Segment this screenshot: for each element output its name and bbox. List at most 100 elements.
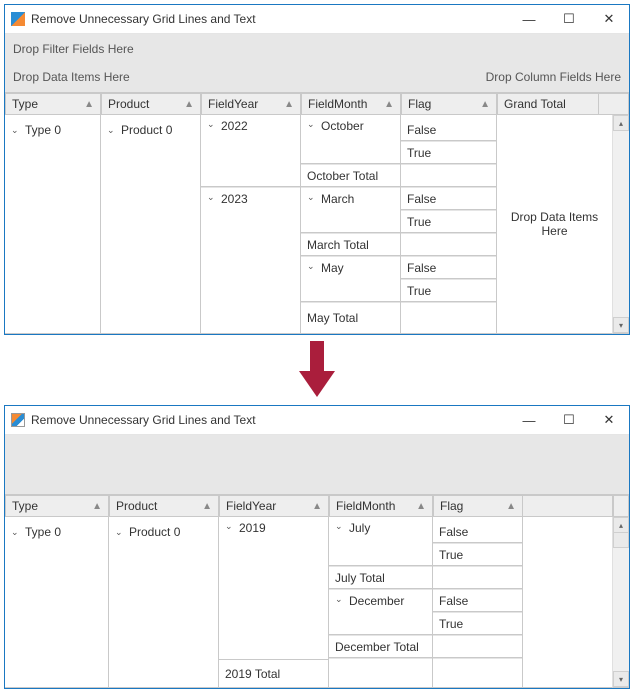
close-button[interactable]: ✕ — [589, 406, 629, 434]
chevron-down-icon: ⌄ — [307, 119, 317, 130]
header-product[interactable]: Product▲ — [101, 93, 201, 115]
transition-arrow — [4, 335, 630, 405]
pivot-grid: ⌄Type 0 ⌄Product 0 ⌄2019 2019 Total ⌄Jul… — [5, 517, 629, 688]
col-year: ⌄2022 ⌄2023 — [201, 115, 301, 334]
row-month-may[interactable]: ⌄May — [301, 256, 400, 302]
fields-drop-area[interactable] — [5, 435, 629, 495]
row-flag-empty — [433, 658, 522, 687]
row-october-total: October Total — [301, 164, 400, 187]
data-drop-label: Drop Data Items Here — [507, 210, 602, 238]
column-headers: Type▲ Product▲ FieldYear▲ FieldMonth▲ Fl… — [5, 495, 629, 517]
chevron-down-icon: ⌄ — [207, 119, 217, 130]
row-flag-empty — [401, 233, 496, 256]
maximize-button[interactable]: ☐ — [549, 406, 589, 434]
row-flag-false: False — [401, 256, 496, 279]
row-year-2022[interactable]: ⌄2022 — [201, 115, 300, 187]
col-flag: False True False True False True — [401, 115, 497, 334]
minimize-button[interactable]: — — [509, 406, 549, 434]
row-flag-false: False — [433, 517, 522, 543]
header-product[interactable]: Product▲ — [109, 495, 219, 517]
row-month-july[interactable]: ⌄July — [329, 517, 432, 566]
header-flag[interactable]: Flag▲ — [433, 495, 523, 517]
sort-asc-icon: ▲ — [202, 501, 212, 512]
header-spacer — [523, 495, 613, 517]
col-product: ⌄Product 0 — [109, 517, 219, 688]
scroll-up-icon[interactable]: ▴ — [613, 115, 629, 131]
row-type0[interactable]: ⌄Type 0 — [5, 115, 100, 141]
scroll-thumb[interactable] — [613, 533, 629, 548]
sort-asc-icon: ▲ — [312, 501, 322, 512]
chevron-down-icon: ⌄ — [225, 521, 235, 532]
row-month-october[interactable]: ⌄October — [301, 115, 400, 164]
sort-asc-icon: ▲ — [92, 501, 102, 512]
row-july-total: July Total — [329, 566, 432, 589]
data-area-empty — [523, 517, 612, 688]
fields-drop-area[interactable]: Drop Filter Fields Here Drop Data Items … — [5, 34, 629, 93]
chevron-down-icon: ⌄ — [307, 261, 317, 272]
row-month-december[interactable]: ⌄December — [329, 589, 432, 635]
window-buttons: — ☐ ✕ — [509, 5, 629, 33]
window-title: Remove Unnecessary Grid Lines and Text — [31, 12, 509, 26]
header-type[interactable]: Type▲ — [5, 93, 101, 115]
scroll-up-icon[interactable]: ▴ — [613, 517, 629, 533]
chevron-down-icon: ⌄ — [207, 192, 217, 203]
row-month-march[interactable]: ⌄March — [301, 187, 400, 233]
row-may-total: May Total — [301, 302, 400, 333]
header-type[interactable]: Type▲ — [5, 495, 109, 517]
header-fieldyear[interactable]: FieldYear▲ — [201, 93, 301, 115]
header-grand-total[interactable]: Grand Total — [497, 93, 599, 115]
drop-filter-label: Drop Filter Fields Here — [13, 42, 621, 56]
row-year-2019[interactable]: ⌄2019 — [219, 517, 328, 659]
sort-asc-icon: ▲ — [284, 99, 294, 110]
window-after: Remove Unnecessary Grid Lines and Text —… — [4, 405, 630, 689]
maximize-button[interactable]: ☐ — [549, 5, 589, 33]
row-flag-false: False — [401, 187, 496, 210]
data-drop-area[interactable]: Drop Data Items Here — [497, 115, 612, 334]
header-fieldmonth[interactable]: FieldMonth▲ — [301, 93, 401, 115]
header-fieldyear[interactable]: FieldYear▲ — [219, 495, 329, 517]
header-fieldmonth[interactable]: FieldMonth▲ — [329, 495, 433, 517]
col-type: ⌄Type 0 — [5, 115, 101, 334]
row-empty — [329, 658, 432, 687]
row-flag-empty — [401, 164, 496, 187]
row-2019-total: 2019 Total — [219, 659, 328, 687]
row-product0[interactable]: ⌄Product 0 — [101, 115, 200, 141]
pivot-grid: ⌄Type 0 ⌄Product 0 ⌄2022 ⌄2023 ⌄ October … — [5, 115, 629, 334]
drop-data-label: Drop Data Items Here — [13, 70, 130, 84]
row-type0[interactable]: ⌄Type 0 — [5, 517, 108, 543]
vertical-scrollbar[interactable]: ▴ ▾ — [612, 115, 629, 334]
scroll-down-icon[interactable]: ▾ — [613, 317, 629, 333]
titlebar: Remove Unnecessary Grid Lines and Text —… — [5, 406, 629, 435]
scroll-down-icon[interactable]: ▾ — [613, 671, 629, 687]
chevron-down-icon: ⌄ — [335, 521, 345, 532]
window-before: Remove Unnecessary Grid Lines and Text —… — [4, 4, 630, 335]
sort-asc-icon: ▲ — [184, 99, 194, 110]
chevron-down-icon: ⌄ — [107, 125, 117, 136]
row-product0[interactable]: ⌄Product 0 — [109, 517, 218, 543]
app-icon — [11, 12, 25, 26]
col-month: ⌄July July Total ⌄December December Tota… — [329, 517, 433, 688]
row-flag-empty — [433, 566, 522, 589]
arrow-down-icon — [299, 371, 335, 397]
row-year-2023[interactable]: ⌄2023 — [201, 187, 300, 310]
row-flag-true: True — [433, 612, 522, 635]
row-flag-true: True — [401, 279, 496, 302]
header-flag[interactable]: Flag▲ — [401, 93, 497, 115]
row-flag-false: False — [433, 589, 522, 612]
header-spacer — [599, 93, 629, 115]
chevron-down-icon: ⌄ — [11, 527, 21, 538]
drop-columns-label: Drop Column Fields Here — [486, 70, 621, 84]
sort-asc-icon: ▲ — [480, 99, 490, 110]
col-type: ⌄Type 0 — [5, 517, 109, 688]
row-flag-true: True — [401, 141, 496, 164]
col-product: ⌄Product 0 — [101, 115, 201, 334]
vertical-scrollbar[interactable]: ▴ ▾ — [612, 517, 629, 688]
chevron-down-icon: ⌄ — [115, 527, 125, 538]
minimize-button[interactable]: — — [509, 5, 549, 33]
sort-asc-icon: ▲ — [506, 501, 516, 512]
titlebar: Remove Unnecessary Grid Lines and Text —… — [5, 5, 629, 34]
row-march-total: March Total — [301, 233, 400, 256]
close-button[interactable]: ✕ — [589, 5, 629, 33]
sort-asc-icon: ▲ — [84, 99, 94, 110]
header-scroll-spacer — [613, 495, 629, 517]
